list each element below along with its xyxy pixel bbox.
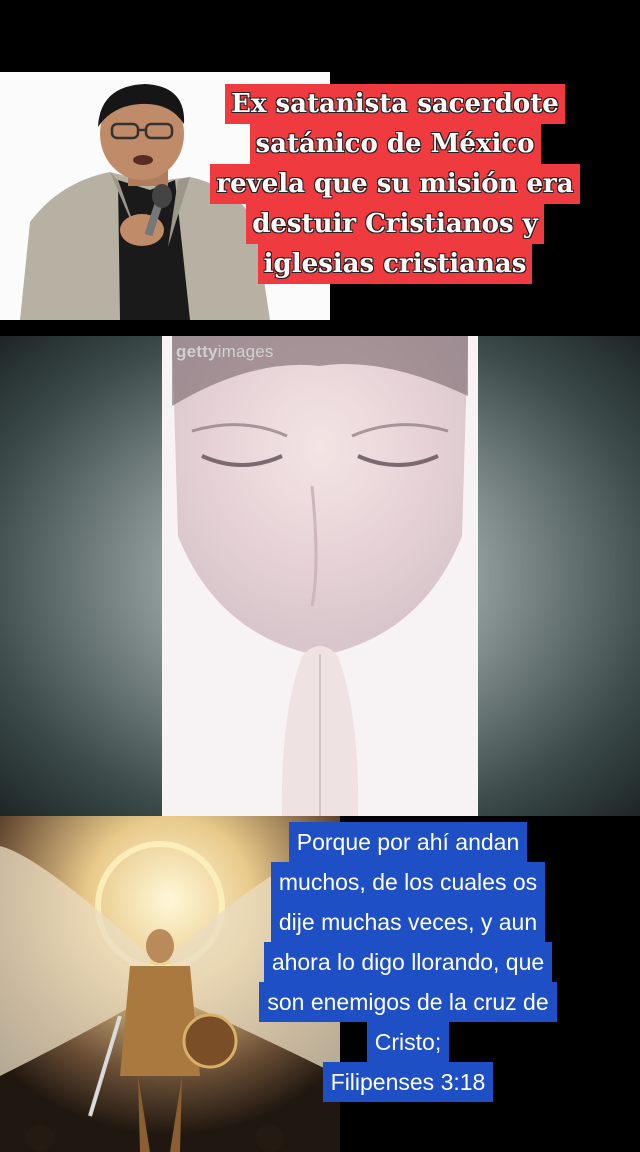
verse-line: Cristo; xyxy=(366,1022,450,1062)
caption-line: Ex satanista sacerdote xyxy=(225,84,565,124)
praying-illustration xyxy=(162,336,478,816)
caption-line: satánico de México xyxy=(249,124,541,164)
top-black-band xyxy=(0,0,640,72)
verse-reference: Filipenses 3:18 xyxy=(322,1062,494,1102)
caption-line: iglesias cristianas xyxy=(257,244,533,284)
getty-watermark: gettyimages xyxy=(176,342,274,361)
verse-line: Porque por ahí andan xyxy=(288,822,528,862)
verse-line: muchos, de los cuales os xyxy=(270,862,546,902)
verse-line: ahora lo digo llorando, que xyxy=(263,942,553,982)
verse-line: son enemigos de la cruz de xyxy=(259,982,557,1022)
caption-line: destuir Cristianos y xyxy=(246,204,544,244)
bible-verse-caption: Porque por ahí andan muchos, de los cual… xyxy=(224,822,592,1102)
praying-photo: gettyimages xyxy=(0,336,640,816)
headline-caption: Ex satanista sacerdote satánico de Méxic… xyxy=(190,84,600,284)
caption-line: revela que su misión era xyxy=(210,164,580,204)
verse-line: dije muchas veces, y aun xyxy=(270,902,546,942)
